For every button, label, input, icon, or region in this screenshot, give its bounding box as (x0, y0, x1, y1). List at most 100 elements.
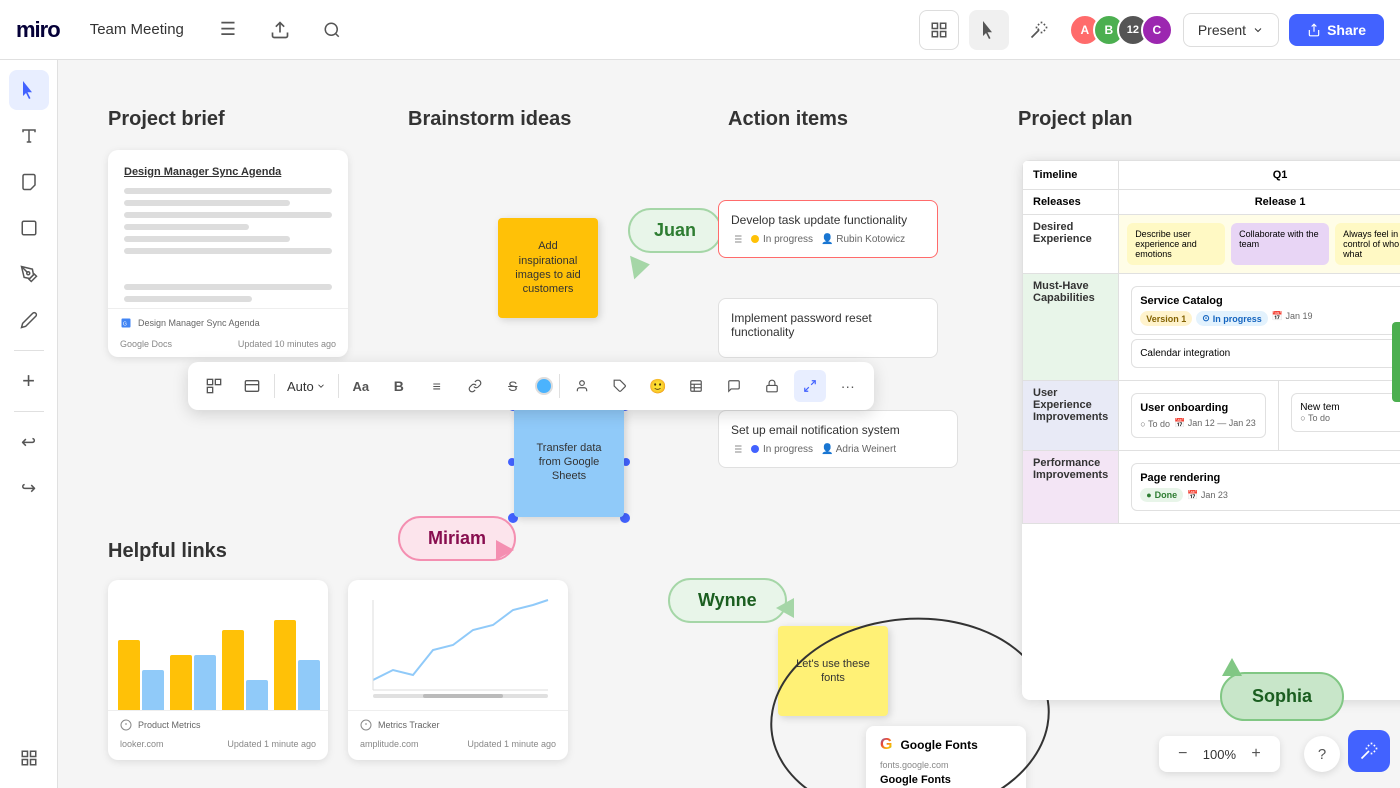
helpful-links-label: Helpful links (108, 540, 227, 563)
magic-wand-button[interactable] (1019, 10, 1059, 50)
metrics-tracker-card[interactable]: Metrics Tracker amplitude.com Updated 1 … (348, 580, 568, 760)
perf-label: Performance Improvements (1023, 451, 1119, 524)
sophia-arrow (1222, 658, 1242, 676)
action-card-3-meta: In progress 👤 Adria Weinert (731, 443, 945, 455)
zoom-in-button[interactable]: + (1244, 742, 1268, 766)
action-card-1-meta: In progress 👤 Rubin Kotowicz (731, 233, 925, 245)
tb-font-icon[interactable]: Aa (345, 370, 377, 402)
tb-color-dot[interactable] (535, 377, 553, 395)
svg-text:G: G (123, 322, 127, 328)
sidebar-undo-tool[interactable]: ↩ (9, 422, 49, 462)
zoom-controls: − 100% + (1159, 736, 1280, 772)
floating-toolbar: Auto Aa B ≡ S 🙂 ··· (188, 362, 874, 410)
tb-more-icon[interactable]: ··· (832, 370, 864, 402)
cursor-button[interactable] (969, 10, 1009, 50)
service-catalog-card: Service Catalog Version 1 ⊙ In progress … (1131, 286, 1400, 335)
sticky-transfer-data-container[interactable]: Transfer data from Google Sheets (514, 407, 624, 517)
board-name[interactable]: Team Meeting (80, 17, 194, 42)
calendar-card: Calendar integration (1131, 339, 1400, 368)
metrics-tracker-footer: Metrics Tracker (348, 710, 568, 739)
desired-exp-label: Desired Experience (1023, 215, 1119, 274)
tb-transform-icon[interactable] (198, 370, 230, 402)
tb-mention-icon[interactable] (566, 370, 598, 402)
help-button[interactable]: ? (1304, 736, 1340, 772)
sidebar-text-tool[interactable] (9, 116, 49, 156)
doc-line (124, 236, 290, 242)
action-items-label: Action items (728, 108, 848, 131)
sidebar-cursor-tool[interactable] (9, 70, 49, 110)
action-card-3[interactable]: Set up email notification system In prog… (718, 410, 958, 468)
tb-tag-icon[interactable] (604, 370, 636, 402)
doc-line (124, 200, 290, 206)
doc-line (124, 296, 252, 302)
search-icon[interactable] (314, 12, 350, 48)
q1-header: Q1 (1119, 161, 1400, 190)
project-plan-label: Project plan (1018, 108, 1132, 131)
sidebar-grid-tool[interactable] (9, 738, 49, 778)
product-metrics-card[interactable]: Product Metrics looker.com Updated 1 min… (108, 580, 328, 760)
share-button[interactable]: Share (1289, 14, 1384, 46)
doc-line (124, 212, 332, 218)
doc-line (124, 284, 332, 290)
zoom-out-button[interactable]: − (1171, 742, 1195, 766)
juan-arrow (630, 253, 652, 280)
doc-footer: G Design Manager Sync Agenda (108, 308, 348, 337)
tb-emoji-icon[interactable]: 🙂 (642, 370, 674, 402)
bubble-juan: Juan (628, 208, 722, 253)
plan-accent-bar (1392, 322, 1400, 402)
sidebar-add-tool[interactable]: + (9, 361, 49, 401)
sidebar: + ↩ ↪ (0, 60, 58, 788)
sidebar-pen2-tool[interactable] (9, 300, 49, 340)
sidebar-frame-tool[interactable] (9, 208, 49, 248)
action-card-1[interactable]: Develop task update functionality In pro… (718, 200, 938, 258)
zoom-level: 100% (1203, 747, 1236, 762)
doc-footer-source: Google Docs (120, 339, 172, 349)
tb-comment-icon[interactable] (718, 370, 750, 402)
status-badge-1: In progress (751, 234, 813, 245)
releases-label: Releases (1023, 190, 1119, 215)
upload-icon[interactable] (262, 12, 298, 48)
sticky-add-images[interactable]: Add inspirational images to aid customer… (498, 218, 598, 318)
action-card-1-title: Develop task update functionality (731, 213, 925, 227)
doc-footer-label: Design Manager Sync Agenda (138, 318, 260, 328)
tb-link-icon[interactable] (459, 370, 491, 402)
tb-bold-icon[interactable]: B (383, 370, 415, 402)
bubble-wynne: Wynne (668, 578, 787, 623)
miriam-arrow (496, 540, 514, 560)
sidebar-redo-tool[interactable]: ↪ (9, 468, 49, 508)
user-onboarding-card: User onboarding ○ To do 📅 Jan 12 — Jan 2… (1131, 393, 1266, 438)
action-card-2[interactable]: Implement password reset functionality (718, 298, 938, 358)
tb-card-icon[interactable] (236, 370, 268, 402)
action-card-3-title: Set up email notification system (731, 423, 945, 437)
sidebar-sticky-tool[interactable] (9, 162, 49, 202)
product-metrics-footer: Product Metrics (108, 710, 328, 739)
doc-line (124, 248, 332, 254)
tb-size-selector[interactable]: Auto (281, 375, 332, 398)
tb-align-icon[interactable]: ≡ (421, 370, 453, 402)
bubble-sophia: Sophia (1220, 672, 1344, 721)
always-feel-card: Always feel in control of who sees what (1335, 223, 1400, 265)
apps-button[interactable] (919, 10, 959, 50)
doc-card[interactable]: Design Manager Sync Agenda G Design Mana… (108, 150, 348, 357)
doc-line (124, 188, 332, 194)
musthave-label: Must-Have Capabilities (1023, 274, 1119, 381)
sidebar-pen-tool[interactable] (9, 254, 49, 294)
collaborate-card: Collaborate with the team (1231, 223, 1329, 265)
brainstorm-label: Brainstorm ideas (408, 108, 571, 131)
release1-label: Release 1 (1119, 190, 1400, 215)
tb-expand-icon[interactable] (794, 370, 826, 402)
sticky-transfer-data[interactable]: Transfer data from Google Sheets (514, 407, 624, 517)
logo: miro (16, 17, 60, 43)
menu-icon[interactable]: ☰ (210, 12, 246, 48)
tb-strike-icon[interactable]: S (497, 370, 529, 402)
avatars-group: A B 12 C (1069, 14, 1173, 46)
line-chart-svg (363, 590, 553, 700)
avatar-3: C (1141, 14, 1173, 46)
project-brief-label: Project brief (108, 108, 225, 131)
tb-table-icon[interactable] (680, 370, 712, 402)
desc-user-card: Describe user experience and emotions (1127, 223, 1225, 265)
page-rendering-card: Page rendering ● Done 📅 Jan 23 (1131, 463, 1400, 511)
present-button[interactable]: Present (1183, 13, 1279, 47)
tb-lock-icon[interactable] (756, 370, 788, 402)
magic-button[interactable] (1348, 730, 1390, 772)
